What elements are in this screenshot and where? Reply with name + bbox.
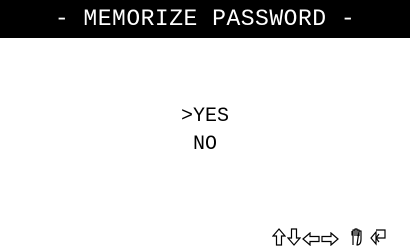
menu-item-label: NO [193, 133, 218, 156]
selection-cursor: > [181, 105, 194, 128]
menu-item-label: YES [193, 105, 230, 128]
return-arrow-icon [370, 229, 386, 246]
up-arrow-icon [272, 228, 286, 246]
screen-title: - MEMORIZE PASSWORD - [0, 0, 410, 38]
hand-select-icon [351, 228, 362, 246]
right-arrow-icon [321, 232, 339, 246]
menu-item-no[interactable]: NO [181, 131, 229, 159]
nav-hint-icons [272, 222, 386, 246]
down-arrow-icon [287, 228, 301, 246]
menu-item-yes[interactable]: >YES [181, 103, 229, 131]
left-arrow-icon [302, 232, 320, 246]
memorize-password-screen: - MEMORIZE PASSWORD - >YES NO [0, 0, 410, 246]
yes-no-menu: >YES NO [181, 103, 229, 159]
